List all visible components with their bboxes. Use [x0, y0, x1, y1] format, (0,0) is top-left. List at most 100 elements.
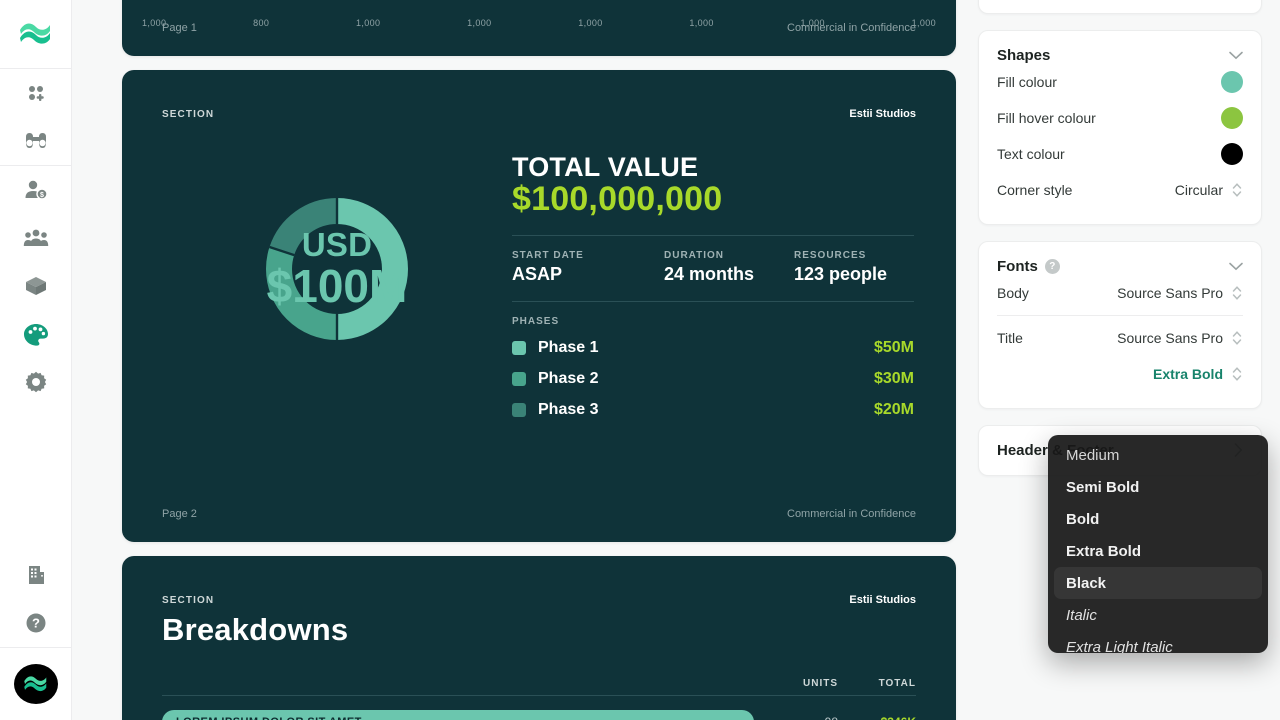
- row-control[interactable]: Circular: [1175, 181, 1243, 199]
- shapes-card-title: Shapes: [997, 47, 1051, 64]
- meta-key: START DATE: [512, 250, 584, 262]
- stepper-icon[interactable]: [1231, 365, 1243, 383]
- sidebar-item-explore[interactable]: [0, 117, 72, 165]
- grid-plus-icon: [28, 86, 44, 101]
- sidebar-item-company[interactable]: [0, 551, 72, 599]
- meta-key: DURATION: [664, 250, 725, 262]
- divider: [997, 315, 1243, 316]
- slide-page-2[interactable]: SECTION Estii Studios USD $100M TOTAL VA…: [122, 70, 956, 542]
- slide2-summary: TOTAL VALUE $100,000,000 START DATE ASAP…: [512, 130, 916, 432]
- gear-icon: [25, 371, 46, 393]
- sidebar-item-settings[interactable]: [0, 358, 72, 406]
- row-body-font[interactable]: Body Source Sans Pro: [997, 275, 1243, 311]
- row-control[interactable]: [1221, 107, 1243, 129]
- slide1-footer: Page 1 Commercial in Confidence: [162, 22, 916, 34]
- dropdown-item-medium[interactable]: Medium: [1048, 439, 1268, 471]
- row-label: Fill hover colour: [997, 110, 1096, 126]
- stepper-icon[interactable]: [1231, 181, 1243, 199]
- corner-style-value: Circular: [1174, 182, 1223, 198]
- donut-chart: USD $100M: [206, 138, 468, 400]
- dropdown-item-extra-bold[interactable]: Extra Bold: [1048, 535, 1268, 567]
- row-control[interactable]: Source Sans Pro: [1117, 329, 1243, 347]
- breakdown-table-header: UNITS TOTAL: [162, 678, 916, 695]
- slide2-footer: Page 2 Commercial in Confidence: [162, 508, 916, 520]
- row-control[interactable]: Extra Bold: [1153, 365, 1243, 383]
- stepper-icon[interactable]: [1231, 329, 1243, 347]
- fonts-card: Fonts ? Body Source Sans Pro Title Sourc…: [978, 241, 1262, 409]
- colour-swatch-fill[interactable]: [1221, 71, 1243, 93]
- fonts-card-header[interactable]: Fonts ?: [997, 258, 1243, 275]
- row-label: LOREM IPSUM DOLOR SIT AMET: [176, 716, 362, 720]
- dropdown-item-extra-light-italic[interactable]: Extra Light Italic: [1048, 631, 1268, 654]
- sidebar-item-products[interactable]: [0, 262, 72, 310]
- meta-value: ASAP: [512, 264, 563, 285]
- section-label: SECTION: [162, 109, 215, 120]
- help-icon[interactable]: ?: [1044, 259, 1060, 274]
- rail-group-secondary: $: [0, 166, 71, 406]
- row-fill-hover-colour[interactable]: Fill hover colour: [997, 100, 1243, 136]
- slide2-header: SECTION Estii Studios: [162, 108, 916, 120]
- row-label: Body: [997, 285, 1029, 301]
- row-corner-style[interactable]: Corner style Circular: [997, 172, 1243, 208]
- dropdown-item-bold[interactable]: Bold: [1048, 503, 1268, 535]
- card-above-clipped[interactable]: [978, 0, 1262, 14]
- slide-deck: 1,000 800 1,000 1,000 1,000 1,000 1,000 …: [122, 0, 956, 720]
- fonts-card-title: Fonts: [997, 258, 1038, 275]
- dropdown-item-italic[interactable]: Italic: [1048, 599, 1268, 631]
- sidebar-item-team[interactable]: [0, 214, 72, 262]
- colour-swatch-fill-hover[interactable]: [1221, 107, 1243, 129]
- row-label: Fill colour: [997, 74, 1057, 90]
- people-icon: [23, 229, 48, 246]
- chevron-down-icon[interactable]: [1229, 260, 1243, 273]
- column-header-units: UNITS: [803, 678, 838, 689]
- font-weight-dropdown[interactable]: Medium Semi Bold Bold Extra Bold Black I…: [1048, 435, 1268, 653]
- row-fill-colour[interactable]: Fill colour: [997, 64, 1243, 100]
- row-control[interactable]: [1221, 143, 1243, 165]
- confidentiality-note: Commercial in Confidence: [787, 508, 916, 520]
- brand-label: Estii Studios: [849, 594, 916, 606]
- body-font-value: Source Sans Pro: [1117, 285, 1223, 301]
- dropdown-item-semi-bold[interactable]: Semi Bold: [1048, 471, 1268, 503]
- row-title-font[interactable]: Title Source Sans Pro: [997, 320, 1243, 356]
- dropdown-item-black[interactable]: Black: [1054, 567, 1262, 599]
- bar-fill: LOREM IPSUM DOLOR SIT AMET: [162, 710, 754, 720]
- building-icon: [28, 566, 44, 584]
- total-value-label: TOTAL VALUE: [512, 152, 699, 182]
- colour-swatch-text[interactable]: [1221, 143, 1243, 165]
- table-rule: [162, 695, 916, 696]
- svg-text:?: ?: [32, 616, 40, 631]
- legend-label: Phase 2: [538, 370, 599, 388]
- row-title-weight[interactable]: Extra Bold: [997, 356, 1243, 392]
- row-control[interactable]: [1221, 71, 1243, 93]
- estii-waves-logo-icon: [19, 23, 50, 44]
- slide2-content: SECTION Estii Studios USD $100M TOTAL VA…: [122, 70, 956, 542]
- meta-key: RESOURCES: [794, 250, 867, 262]
- brand-label: Estii Studios: [849, 108, 916, 120]
- chevron-down-icon[interactable]: [1229, 49, 1243, 62]
- app-logo[interactable]: [0, 0, 71, 68]
- row-control[interactable]: Source Sans Pro: [1117, 284, 1243, 302]
- sidebar-item-help[interactable]: ?: [0, 599, 72, 647]
- sidebar-item-dashboard[interactable]: [0, 69, 72, 117]
- user-dollar-icon: $: [25, 180, 48, 200]
- binoculars-icon: [25, 133, 46, 148]
- slide3-header: SECTION Estii Studios: [162, 594, 916, 606]
- shapes-card-header[interactable]: Shapes: [997, 47, 1243, 64]
- meta-duration: DURATION 24 months: [664, 250, 794, 285]
- sidebar-item-customers[interactable]: $: [0, 166, 72, 214]
- question-circle-icon: ?: [26, 613, 45, 633]
- slide-page-1[interactable]: 1,000 800 1,000 1,000 1,000 1,000 1,000 …: [122, 0, 956, 56]
- document-canvas[interactable]: 1,000 800 1,000 1,000 1,000 1,000 1,000 …: [72, 0, 960, 720]
- confidentiality-note: Commercial in Confidence: [787, 22, 916, 34]
- divider: [512, 235, 914, 237]
- stepper-icon[interactable]: [1231, 284, 1243, 302]
- phases-label: PHASES: [512, 316, 560, 328]
- avatar[interactable]: [0, 648, 72, 720]
- slide-page-3[interactable]: SECTION Estii Studios Breakdowns UNITS T…: [122, 556, 956, 720]
- shapes-card: Shapes Fill colour Fill hover colour Tex…: [978, 30, 1262, 225]
- sidebar-item-branding[interactable]: [0, 310, 72, 358]
- slide2-body: USD $100M TOTAL VALUE $100,000,000 START…: [162, 130, 916, 432]
- legend-value: $30M: [873, 370, 914, 388]
- row-text-colour[interactable]: Text colour: [997, 136, 1243, 172]
- legend-item: Phase 2 $30M: [512, 370, 914, 388]
